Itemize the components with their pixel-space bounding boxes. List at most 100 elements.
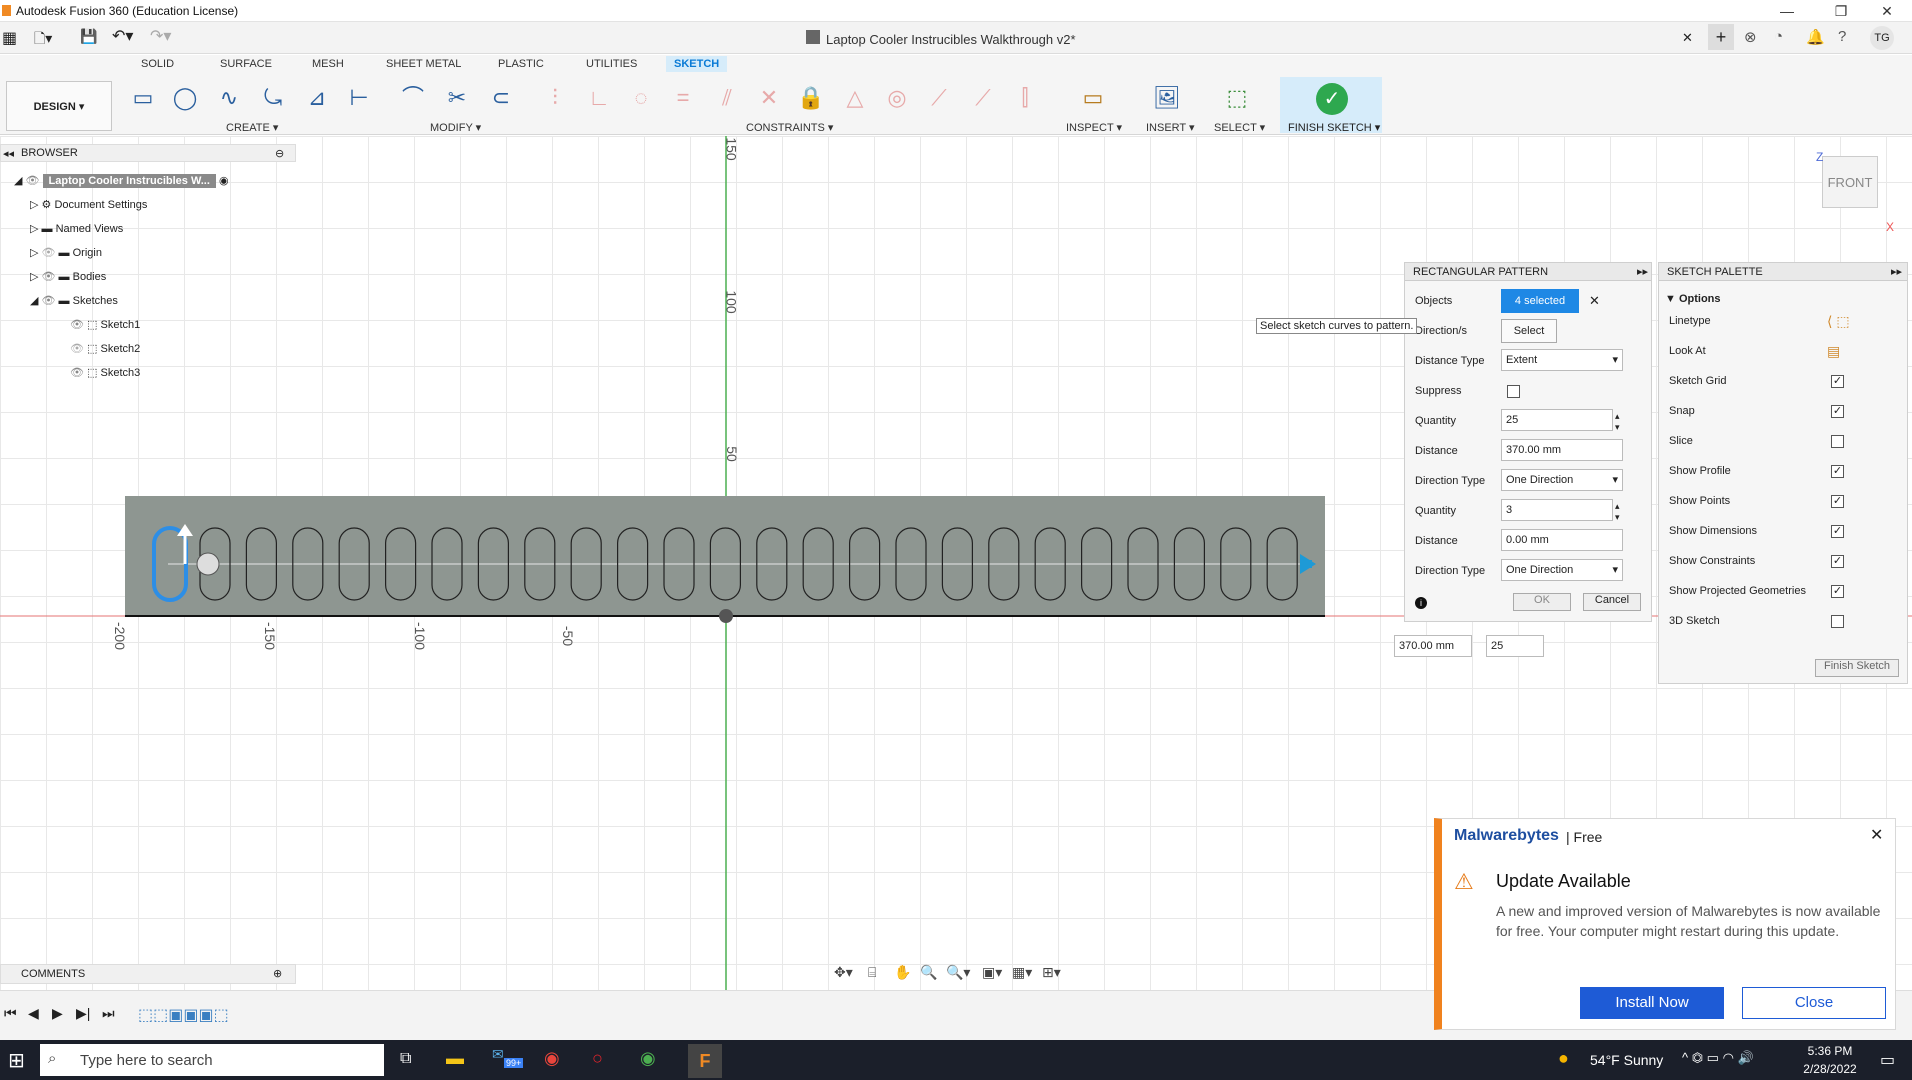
toast-close-icon[interactable]: ✕ xyxy=(1870,825,1883,845)
timeline-features-icon[interactable]: ⬚⬚▣▣▣⬚ xyxy=(138,1005,229,1025)
toast-close-button[interactable]: Close xyxy=(1742,987,1886,1019)
taskbar-search[interactable]: ⌕ Type here to search xyxy=(40,1044,384,1076)
measure-icon[interactable]: ▭ xyxy=(1078,83,1108,113)
look-at-icon[interactable]: ▤ xyxy=(1827,343,1840,360)
curvature-constraint-icon[interactable]: ⫿ xyxy=(1010,83,1040,113)
inspect-menu[interactable]: INSPECT ▾ xyxy=(1066,121,1122,134)
tree-root[interactable]: ◢ 👁 Laptop Cooler Instrucibles W... ◉ xyxy=(14,170,229,192)
rectangle-icon[interactable]: ▭ xyxy=(128,83,158,113)
onscreen-distance-input[interactable]: 370.00 mm xyxy=(1394,635,1472,657)
tree-item-sketch3[interactable]: 👁 ⬚ Sketch3 xyxy=(70,362,140,384)
palette-header[interactable]: SKETCH PALETTE ▸▸ xyxy=(1659,263,1907,281)
help-icon[interactable]: ? xyxy=(1838,28,1846,45)
minimize-button[interactable]: — xyxy=(1764,1,1810,21)
display-settings-icon[interactable]: ▣▾ xyxy=(982,964,1002,981)
tab-surface[interactable]: SURFACE xyxy=(220,58,272,70)
concentric-constraint-icon[interactable]: ◎ xyxy=(882,83,912,113)
circle-icon[interactable]: ◯ xyxy=(170,83,200,113)
first-step-icon[interactable]: ⏮ xyxy=(4,1005,17,1022)
undo-icon[interactable]: ↶▾ xyxy=(112,26,133,46)
tab-plastic[interactable]: PLASTIC xyxy=(498,58,544,70)
modify-menu[interactable]: MODIFY ▾ xyxy=(430,121,481,134)
tree-item-named-views[interactable]: ▷ ▬ Named Views xyxy=(30,218,123,240)
tree-item-bodies[interactable]: ▷ 👁 ▬ Bodies xyxy=(30,266,106,288)
mail-icon[interactable]: ✉ xyxy=(492,1046,504,1063)
quantity-input-1[interactable]: 25 xyxy=(1501,409,1613,431)
distance-type-select[interactable]: Extent ▾ xyxy=(1501,349,1623,371)
tab-solid[interactable]: SOLID xyxy=(141,58,174,70)
zoom-window-icon[interactable]: 🔍▾ xyxy=(946,964,970,981)
browser-header[interactable]: ◂◂ BROWSER ⊖ xyxy=(0,144,296,162)
comments-panel[interactable]: COMMENTS ⊕ xyxy=(0,964,296,984)
chrome-profile-icon[interactable]: ◉ xyxy=(640,1048,656,1069)
perpendicular-constraint-icon[interactable]: ∟ xyxy=(584,83,614,113)
close-window-button[interactable]: ✕ xyxy=(1864,1,1910,21)
palette-option-checkbox[interactable]: ✓ xyxy=(1831,525,1844,538)
job-status-icon[interactable]: ◔ xyxy=(1774,28,1783,45)
quantity-stepper-1[interactable]: ▴ ▾ xyxy=(1615,411,1620,433)
spline-icon[interactable]: ∿ xyxy=(214,83,244,113)
task-view-icon[interactable]: ⧉ xyxy=(400,1050,411,1068)
ok-button[interactable]: OK xyxy=(1513,593,1571,611)
fillet-icon[interactable]: ⌒ xyxy=(398,83,428,113)
mirror-icon[interactable]: ⊿ xyxy=(302,83,332,113)
palette-option-checkbox[interactable]: ✓ xyxy=(1831,555,1844,568)
tab-mesh[interactable]: MESH xyxy=(312,58,344,70)
palette-option-checkbox[interactable]: ✓ xyxy=(1831,465,1844,478)
windows-start-icon[interactable]: ⊞ xyxy=(8,1048,25,1073)
linetype-icon[interactable]: ⟨ ⬚ xyxy=(1827,313,1850,330)
palette-finish-sketch-button[interactable]: Finish Sketch xyxy=(1815,659,1899,677)
last-step-icon[interactable]: ⏭ xyxy=(102,1005,115,1022)
activate-radio-icon[interactable]: ◉ xyxy=(219,175,229,187)
tree-item-document-settings[interactable]: ▷ ⚙ Document Settings xyxy=(30,194,147,216)
quantity-stepper-2[interactable]: ▴ ▾ xyxy=(1615,501,1620,523)
install-now-button[interactable]: Install Now xyxy=(1580,987,1724,1019)
options-section[interactable]: ▼ Options xyxy=(1665,293,1721,305)
chrome-icon[interactable]: ◉ xyxy=(544,1048,560,1069)
equal-constraint-icon[interactable]: = xyxy=(668,83,698,113)
close-tab-icon[interactable]: ✕ xyxy=(1682,30,1693,46)
insert-image-icon[interactable]: 🖼 xyxy=(1152,83,1182,113)
tab-sheet-metal[interactable]: SHEET METAL xyxy=(386,58,461,70)
palette-option-checkbox[interactable]: ✓ xyxy=(1831,375,1844,388)
tab-sketch[interactable]: SKETCH xyxy=(666,56,728,72)
coincident-constraint-icon[interactable]: ✕ xyxy=(754,83,784,113)
onscreen-quantity-input[interactable]: 25 xyxy=(1486,635,1544,657)
symmetry-constraint-icon[interactable]: △ xyxy=(840,83,870,113)
horizontal-constraint-icon[interactable]: ⫶ xyxy=(540,83,570,113)
finish-sketch-panel[interactable]: ✓ FINISH SKETCH ▾ xyxy=(1280,77,1382,134)
fusion-taskbar-icon[interactable]: F xyxy=(688,1044,722,1078)
file-menu-icon[interactable]: 🗋▾ xyxy=(34,28,52,52)
palette-option-checkbox[interactable]: ✓ xyxy=(1831,405,1844,418)
direction-type-select-1[interactable]: One Direction ▾ xyxy=(1501,469,1623,491)
arc-icon[interactable]: ⤿ xyxy=(258,83,288,113)
previous-step-icon[interactable]: ◀ xyxy=(28,1005,39,1022)
tray-icons[interactable]: ^ ⏣ ▭ ◠ 🔊 xyxy=(1682,1050,1754,1066)
quantity-input-2[interactable]: 3 xyxy=(1501,499,1613,521)
trim-icon[interactable]: ✂ xyxy=(442,83,472,113)
file-explorer-icon[interactable]: ▬ xyxy=(446,1048,464,1069)
tree-item-origin[interactable]: ▷ 👁 ▬ Origin xyxy=(30,242,102,264)
direction-select-button[interactable]: Select xyxy=(1501,319,1557,343)
cancel-button[interactable]: Cancel xyxy=(1583,593,1641,611)
clear-selection-icon[interactable]: ✕ xyxy=(1589,293,1600,309)
apps-grid-icon[interactable]: ▦ xyxy=(2,28,17,48)
redo-icon[interactable]: ↷▾ xyxy=(150,26,171,46)
constraints-menu[interactable]: CONSTRAINTS ▾ xyxy=(746,121,833,134)
tangent-constraint-icon[interactable]: ◌ xyxy=(626,83,656,113)
distance-input-2[interactable]: 0.00 mm xyxy=(1501,529,1623,551)
pan-icon[interactable]: ✋ xyxy=(894,964,911,981)
suppress-checkbox[interactable] xyxy=(1507,385,1520,398)
design-workspace-button[interactable]: DESIGN ▾ xyxy=(6,81,112,131)
notification-center-icon[interactable]: ▭ xyxy=(1880,1050,1895,1070)
distance-input-1[interactable]: 370.00 mm xyxy=(1501,439,1623,461)
pattern-header[interactable]: RECTANGULAR PATTERN ▸▸ xyxy=(1405,263,1651,281)
tree-item-sketch2[interactable]: 👁 ⬚ Sketch2 xyxy=(70,338,140,360)
fix-lock-icon[interactable]: 🔒 xyxy=(796,83,826,113)
opera-icon[interactable]: ○ xyxy=(592,1048,603,1069)
play-icon[interactable]: ▶ xyxy=(52,1005,63,1022)
offset-icon[interactable]: ⊂ xyxy=(486,83,516,113)
maximize-button[interactable]: ❐ xyxy=(1818,1,1864,21)
look-at-icon[interactable]: ⌸ xyxy=(868,964,876,981)
palette-option-checkbox[interactable] xyxy=(1831,615,1844,628)
